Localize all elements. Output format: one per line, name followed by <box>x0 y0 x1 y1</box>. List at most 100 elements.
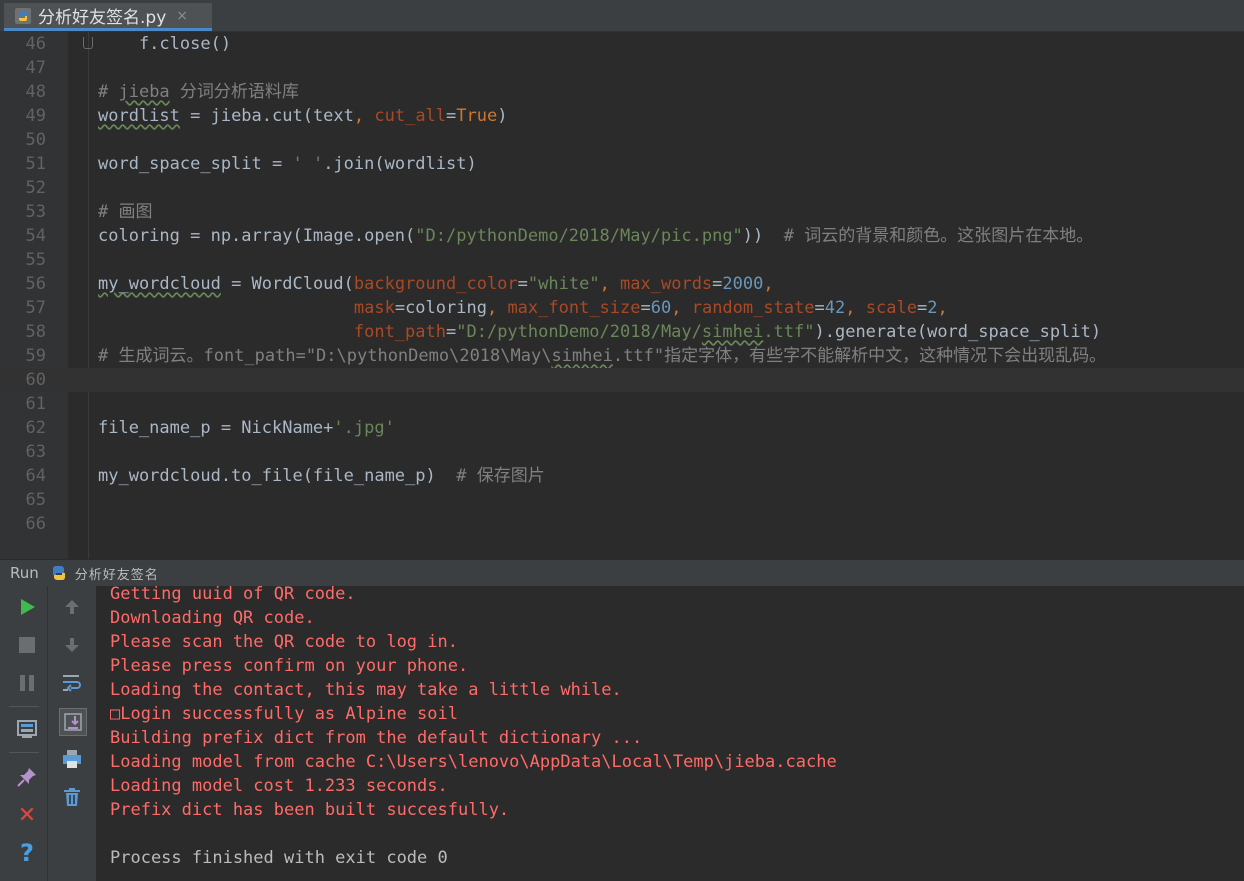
code-line[interactable]: 48 # jieba 分词分析语料库 <box>0 80 1244 104</box>
code-comment: # 生成词云。font_path="D:\pythonDemo\2018\May… <box>98 346 1107 366</box>
line-number: 65 <box>25 490 46 510</box>
code-line[interactable]: 51 word_space_split = ' '.join(wordlist) <box>0 152 1244 176</box>
toolbar-column-separator <box>47 586 48 881</box>
toolbar-separator <box>9 752 39 753</box>
console-line: □Login successfully as Alpine soil <box>110 704 458 724</box>
console-line: Getting uuid of QR code. <box>110 584 356 604</box>
line-number: 53 <box>25 202 46 222</box>
line-number: 60 <box>25 370 46 390</box>
pin-icon <box>17 768 36 787</box>
print-icon <box>63 750 81 768</box>
code-text: font_path="D:/pythonDemo/2018/May/simhei… <box>353 322 1102 342</box>
line-number: 48 <box>25 82 46 102</box>
close-icon: ✕ <box>17 802 37 828</box>
stop-button[interactable] <box>14 632 40 658</box>
rerun-button[interactable] <box>14 594 40 620</box>
run-toolbar: ✕ ? <box>0 586 96 881</box>
line-number: 55 <box>25 250 46 270</box>
line-number: 54 <box>25 226 46 246</box>
code-editor[interactable]: 46 f.close() 47 48 # jieba 分词分析语料库 49 wo… <box>0 32 1244 559</box>
line-number: 64 <box>25 466 46 486</box>
console-line: Prefix dict has been built succesfully. <box>110 800 510 820</box>
line-number: 57 <box>25 298 46 318</box>
code-line[interactable]: 46 f.close() <box>0 32 1244 56</box>
pin-tab-button[interactable] <box>14 764 40 790</box>
console-line: Building prefix dict from the default di… <box>110 728 643 748</box>
console-line: Loading model cost 1.233 seconds. <box>110 776 448 796</box>
stop-icon <box>19 637 35 653</box>
code-line[interactable]: 54 coloring = np.array(Image.open("D:/py… <box>0 224 1244 248</box>
dump-threads-icon <box>17 720 37 738</box>
line-number: 58 <box>25 322 46 342</box>
code-line[interactable]: 59 # 生成词云。font_path="D:\pythonDemo\2018\… <box>0 344 1244 368</box>
code-comment: # 画图 <box>98 202 153 222</box>
trash-icon <box>64 788 80 806</box>
console-line: Please press confirm on your phone. <box>110 656 469 676</box>
pause-button[interactable] <box>14 670 40 696</box>
line-number: 66 <box>25 514 46 534</box>
code-line[interactable]: 58 font_path="D:/pythonDemo/2018/May/sim… <box>0 320 1244 344</box>
run-console-output[interactable]: Getting uuid of QR code. Downloading QR … <box>96 584 1244 881</box>
line-number: 59 <box>25 346 46 366</box>
toolbar-separator <box>9 706 39 707</box>
editor-tab-bar: 分析好友签名.py × <box>0 0 1244 32</box>
code-line[interactable]: 63 <box>0 440 1244 464</box>
scroll-to-end-button[interactable] <box>59 708 87 736</box>
code-line[interactable]: 61 <box>0 392 1244 416</box>
help-button[interactable]: ? <box>14 839 40 867</box>
code-line[interactable]: 49 wordlist = jieba.cut(text, cut_all=Tr… <box>0 104 1244 128</box>
code-text: f.close() <box>98 34 232 54</box>
console-line: Downloading QR code. <box>110 608 315 628</box>
tab-title: 分析好友签名.py <box>38 8 167 28</box>
code-line[interactable]: 64 my_wordcloud.to_file(file_name_p) # 保… <box>0 464 1244 488</box>
soft-wrap-icon <box>63 675 81 692</box>
line-number: 52 <box>25 178 46 198</box>
code-line[interactable]: 55 <box>0 248 1244 272</box>
code-line[interactable]: 56 my_wordcloud = WordCloud(background_c… <box>0 272 1244 296</box>
code-text: file_name_p = NickName+'.jpg' <box>98 418 395 438</box>
line-number: 49 <box>25 106 46 126</box>
console-line: Loading the contact, this may take a lit… <box>110 680 622 700</box>
next-occurrence-button[interactable] <box>59 632 85 658</box>
code-line[interactable]: 50 <box>0 128 1244 152</box>
line-number: 47 <box>25 58 46 78</box>
code-line[interactable]: 62 file_name_p = NickName+'.jpg' <box>0 416 1244 440</box>
code-line[interactable]: 53 # 画图 <box>0 200 1244 224</box>
code-text: my_wordcloud = WordCloud(background_colo… <box>98 274 774 294</box>
code-line[interactable]: 57 mask=coloring, max_font_size=60, rand… <box>0 296 1244 320</box>
code-text: mask=coloring, max_font_size=60, random_… <box>353 298 948 318</box>
editor-tab-active[interactable]: 分析好友签名.py × <box>4 3 212 31</box>
code-text: word_space_split = ' '.join(wordlist) <box>98 154 477 174</box>
console-line: Please scan the QR code to log in. <box>110 632 458 652</box>
code-line[interactable]: 47 <box>0 56 1244 80</box>
soft-wrap-button[interactable] <box>59 670 85 696</box>
previous-occurrence-button[interactable] <box>59 594 85 620</box>
print-button[interactable] <box>59 746 85 772</box>
scroll-to-end-icon <box>64 713 82 731</box>
code-text: wordlist = jieba.cut(text, cut_all=True) <box>98 106 508 126</box>
line-number: 51 <box>25 154 46 174</box>
code-text: my_wordcloud.to_file(file_name_p) # 保存图片 <box>98 466 545 486</box>
clear-all-button[interactable] <box>59 784 85 810</box>
console-line: Loading model from cache C:\Users\lenovo… <box>110 752 837 772</box>
code-line[interactable]: 52 <box>0 176 1244 200</box>
help-icon: ? <box>20 839 34 867</box>
code-comment: # jieba 分词分析语料库 <box>98 82 299 102</box>
code-text: coloring = np.array(Image.open("D:/pytho… <box>98 226 1094 246</box>
dump-threads-button[interactable] <box>14 716 40 742</box>
line-number: 50 <box>25 130 46 150</box>
code-line[interactable]: 66 <box>0 512 1244 536</box>
run-icon <box>21 599 35 615</box>
console-exit-line: Process finished with exit code 0 <box>110 848 448 868</box>
line-number: 46 <box>25 34 46 54</box>
code-line-current[interactable]: 60 <box>0 368 1244 392</box>
python-file-icon <box>15 7 31 24</box>
run-config-name[interactable]: 分析好友签名 <box>75 564 159 583</box>
pause-icon <box>20 675 34 691</box>
tab-close-icon[interactable]: × <box>176 8 188 24</box>
up-arrow-icon <box>65 600 79 614</box>
line-number: 63 <box>25 442 46 462</box>
code-line[interactable]: 65 <box>0 488 1244 512</box>
fold-marker-icon[interactable] <box>83 37 93 49</box>
close-run-button[interactable]: ✕ <box>14 802 40 828</box>
